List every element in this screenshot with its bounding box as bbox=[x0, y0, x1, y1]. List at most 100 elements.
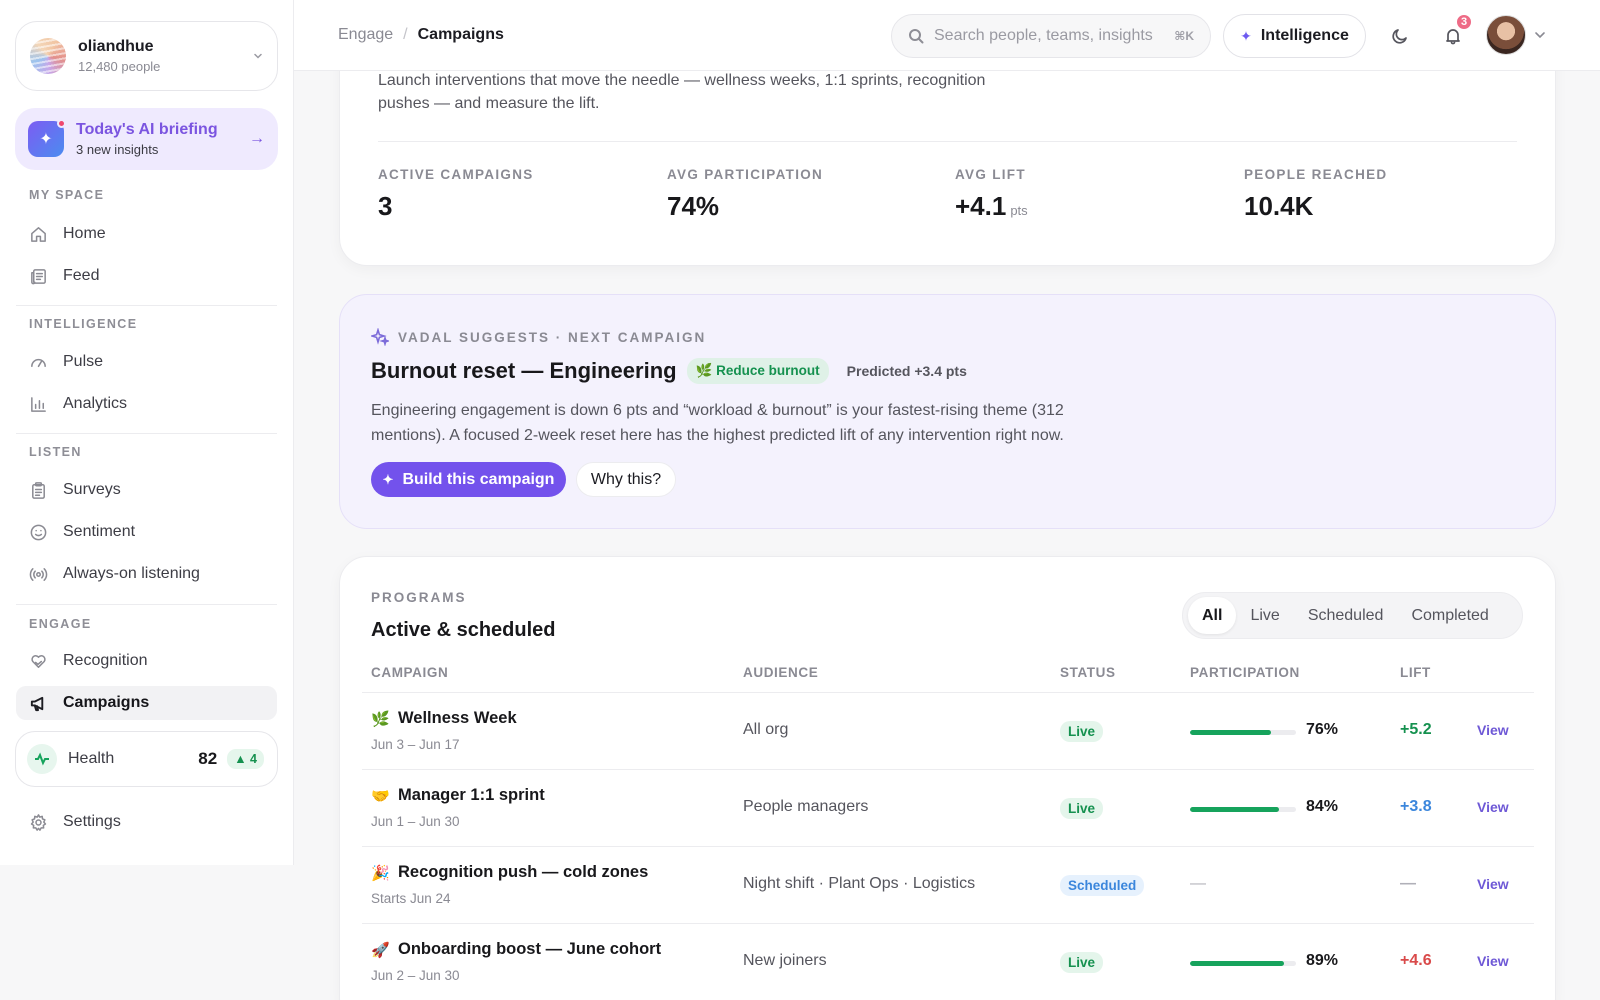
build-campaign-button[interactable]: ✦ Build this campaign bbox=[371, 462, 566, 497]
lift-value: +4.6 bbox=[1400, 952, 1432, 969]
workspace-switcher[interactable]: oliandhue 12,480 people bbox=[15, 21, 278, 91]
sidebar-item-label: Feed bbox=[63, 267, 100, 284]
ai-suggestion-card: VADAL SUGGESTS · NEXT CAMPAIGN Burnout r… bbox=[339, 294, 1556, 529]
stat-label: ACTIVE CAMPAIGNS bbox=[378, 167, 534, 182]
section-label-engage: ENGAGE bbox=[29, 617, 92, 631]
megaphone-icon bbox=[30, 696, 44, 711]
participation-bar bbox=[1190, 730, 1296, 735]
sidebar-item-always-on-listening[interactable]: Always-on listening bbox=[16, 557, 277, 591]
view-link[interactable]: View bbox=[1477, 876, 1509, 892]
stat-label: PEOPLE REACHED bbox=[1244, 167, 1388, 182]
sidebar-item-pulse[interactable]: Pulse bbox=[16, 345, 277, 379]
suggestion-body: Engineering engagement is down 6 pts and… bbox=[371, 402, 1064, 444]
participation-value: 89% bbox=[1306, 952, 1339, 969]
sidebar-item-recognition[interactable]: Recognition bbox=[16, 644, 277, 678]
view-link[interactable]: View bbox=[1477, 953, 1509, 969]
sidebar-item-label: Pulse bbox=[63, 353, 104, 370]
sparkle-icon: ✦ bbox=[382, 471, 394, 487]
stat-value: +4.1 bbox=[955, 191, 1007, 221]
health-widget[interactable]: Health 82 ▲ 4 bbox=[15, 731, 278, 787]
goal-tag: 🌿 Reduce burnout bbox=[686, 358, 829, 384]
participation-bar-fill bbox=[1190, 730, 1271, 735]
view-link[interactable]: View bbox=[1477, 722, 1509, 738]
campaign-audience: New joiners bbox=[743, 952, 827, 969]
section-label-my-space: MY SPACE bbox=[29, 188, 105, 202]
campaign-name[interactable]: Wellness Week bbox=[398, 709, 517, 728]
stat-unit: pts bbox=[1010, 203, 1028, 218]
sidebar-divider bbox=[16, 305, 277, 306]
workspace-people-count: 12,480 people bbox=[78, 59, 161, 74]
user-avatar[interactable] bbox=[1486, 15, 1526, 55]
search-shortcut: ⌘K bbox=[1174, 29, 1194, 43]
sparkle-icon: ✦ bbox=[1240, 27, 1252, 44]
sidebar-item-label: Surveys bbox=[63, 481, 121, 498]
campaign-name[interactable]: Recognition push — cold zones bbox=[398, 863, 648, 882]
sidebar-item-home[interactable]: Home bbox=[16, 217, 277, 251]
sidebar-item-sentiment[interactable]: Sentiment bbox=[16, 515, 277, 549]
stat-label: AVG PARTICIPATION bbox=[667, 167, 824, 182]
smile-icon bbox=[30, 524, 47, 540]
home-icon bbox=[31, 226, 46, 242]
column-header-status: STATUS bbox=[1060, 665, 1116, 680]
divider bbox=[378, 141, 1517, 142]
table-row[interactable]: 🌿 Wellness Week Jun 3 – Jun 17 All org Live 7… bbox=[362, 693, 1534, 769]
campaign-name[interactable]: Manager 1:1 sprint bbox=[398, 786, 545, 805]
why-this-button[interactable]: Why this? bbox=[576, 462, 676, 497]
section-label-intelligence: INTELLIGENCE bbox=[29, 317, 138, 331]
campaign-emoji-icon: 🌿 bbox=[371, 710, 390, 728]
filter-all[interactable]: All bbox=[1188, 597, 1237, 634]
stat-avg-lift: AVG LIFT +4.1 pts bbox=[955, 167, 1028, 222]
table-row[interactable]: 🎉 Recognition push — cold zones Starts Jun… bbox=[362, 847, 1534, 923]
table-row[interactable]: 🤝 Manager 1:1 sprint Jun 1 – Jun 30 People … bbox=[362, 770, 1534, 846]
pulse-line-icon bbox=[27, 744, 57, 774]
notification-count-badge: 3 bbox=[1455, 13, 1473, 31]
filter-live[interactable]: Live bbox=[1236, 597, 1293, 634]
sidebar-item-feed[interactable]: Feed bbox=[16, 259, 277, 293]
sidebar: oliandhue 12,480 people ✦ Today's AI bri… bbox=[0, 0, 294, 865]
programs-kicker: PROGRAMS bbox=[371, 590, 467, 605]
chevron-down-icon[interactable] bbox=[1534, 30, 1546, 40]
search-icon bbox=[909, 29, 924, 44]
up-triangle-icon: ▲ bbox=[234, 752, 247, 766]
feed-icon bbox=[31, 268, 46, 284]
theme-toggle-button[interactable] bbox=[1388, 24, 1412, 48]
gauge-icon bbox=[31, 358, 46, 367]
intelligence-label: Intelligence bbox=[1260, 27, 1349, 44]
stat-value: 74% bbox=[667, 191, 720, 221]
sidebar-item-surveys[interactable]: Surveys bbox=[16, 473, 277, 507]
campaign-name[interactable]: Onboarding boost — June cohort bbox=[398, 940, 661, 959]
campaign-dates: Jun 2 – Jun 30 bbox=[371, 968, 460, 983]
bar-chart-icon bbox=[31, 396, 46, 412]
intelligence-button[interactable]: ✦ Intelligence bbox=[1223, 14, 1366, 58]
ai-briefing-card[interactable]: ✦ Today's AI briefing 3 new insights → bbox=[15, 108, 278, 170]
campaign-emoji-icon: 🤝 bbox=[371, 787, 390, 805]
filter-completed[interactable]: Completed bbox=[1397, 597, 1502, 634]
unread-dot bbox=[57, 119, 66, 128]
view-link[interactable]: View bbox=[1477, 799, 1509, 815]
campaign-dates: Jun 1 – Jun 30 bbox=[371, 814, 460, 829]
sidebar-item-campaigns[interactable]: Campaigns bbox=[16, 686, 277, 720]
sidebar-item-settings[interactable]: Settings bbox=[16, 805, 277, 839]
breadcrumb-current: Campaigns bbox=[417, 26, 504, 43]
search-input[interactable] bbox=[934, 27, 1175, 45]
filter-scheduled[interactable]: Scheduled bbox=[1294, 597, 1398, 634]
sparkle-icon: ✦ bbox=[28, 119, 66, 157]
sidebar-item-analytics[interactable]: Analytics bbox=[16, 387, 277, 421]
search-box: ⌘K bbox=[891, 14, 1211, 58]
campaign-audience: People managers bbox=[743, 798, 869, 815]
breadcrumb: Engage / Campaigns bbox=[338, 26, 504, 44]
participation-value: 76% bbox=[1306, 721, 1339, 738]
participation-bar bbox=[1190, 961, 1296, 966]
sidebar-item-label: Settings bbox=[63, 813, 121, 830]
stat-active-campaigns: ACTIVE CAMPAIGNS 3 bbox=[378, 167, 534, 222]
top-bar: Engage / Campaigns ⌘K ✦ Intelligence 3 bbox=[294, 0, 1600, 71]
breadcrumb-engage[interactable]: Engage bbox=[338, 26, 393, 44]
section-label-listen: LISTEN bbox=[29, 445, 82, 459]
sidebar-item-label: Always-on listening bbox=[63, 565, 200, 582]
briefing-title: Today's AI briefing bbox=[76, 121, 218, 138]
lift-value: +3.8 bbox=[1400, 798, 1432, 815]
lift-value: +5.2 bbox=[1400, 721, 1432, 738]
sidebar-item-label: Campaigns bbox=[63, 694, 150, 711]
participation-bar-fill bbox=[1190, 961, 1285, 966]
table-row[interactable]: 🚀 Onboarding boost — June cohort Jun 2 – J… bbox=[362, 924, 1534, 1000]
